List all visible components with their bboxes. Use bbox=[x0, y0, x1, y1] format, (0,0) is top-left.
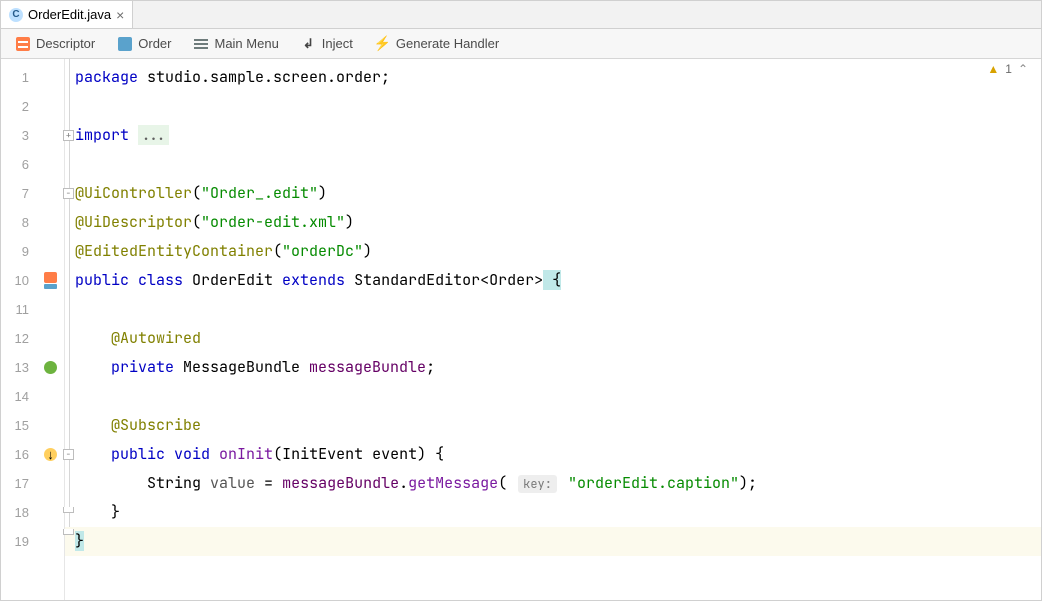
order-label: Order bbox=[138, 36, 171, 51]
inject-label: Inject bbox=[322, 36, 353, 51]
related-xml-gutter-icon[interactable] bbox=[37, 266, 64, 295]
line-number: 17 bbox=[1, 469, 37, 498]
line-number: 10 bbox=[1, 266, 37, 295]
code-line[interactable]: } bbox=[65, 498, 1041, 527]
code-line[interactable]: @UiDescriptor("order-edit.xml") bbox=[65, 208, 1041, 237]
code-line[interactable] bbox=[65, 150, 1041, 179]
main-menu-label: Main Menu bbox=[214, 36, 278, 51]
descriptor-label: Descriptor bbox=[36, 36, 95, 51]
line-number: 11 bbox=[1, 295, 37, 324]
fold-collapse-icon[interactable]: − bbox=[63, 188, 74, 199]
fold-expand-icon[interactable]: + bbox=[63, 130, 74, 141]
inject-button[interactable]: ↲ Inject bbox=[301, 36, 353, 51]
folded-region[interactable]: ... bbox=[138, 125, 169, 145]
fold-end-icon[interactable] bbox=[63, 507, 74, 513]
code-line[interactable]: − public void onInit(InitEvent event) { bbox=[65, 440, 1041, 469]
code-line[interactable]: public class OrderEdit extends StandardE… bbox=[65, 266, 1041, 295]
code-editor[interactable]: 1 2 3 6 7 8 9 10 11 12 13 14 15 16 17 18… bbox=[1, 59, 1041, 600]
java-class-icon: C bbox=[9, 8, 23, 22]
code-line[interactable]: private MessageBundle messageBundle; bbox=[65, 353, 1041, 382]
file-tab[interactable]: C OrderEdit.java × bbox=[1, 1, 133, 28]
line-number-gutter: 1 2 3 6 7 8 9 10 11 12 13 14 15 16 17 18… bbox=[1, 59, 37, 600]
line-number: 19 bbox=[1, 527, 37, 556]
descriptor-icon bbox=[15, 36, 30, 51]
code-area[interactable]: package studio.sample.screen.order; +imp… bbox=[65, 59, 1041, 600]
order-button[interactable]: Order bbox=[117, 36, 171, 51]
line-number: 14 bbox=[1, 382, 37, 411]
code-line[interactable]: −@UiController("Order_.edit") bbox=[65, 179, 1041, 208]
main-menu-button[interactable]: Main Menu bbox=[193, 36, 278, 51]
lightning-icon: ⚡ bbox=[375, 36, 390, 51]
line-number: 8 bbox=[1, 208, 37, 237]
line-number: 9 bbox=[1, 237, 37, 266]
line-number: 13 bbox=[1, 353, 37, 382]
implements-gutter-icon[interactable]: ↓ bbox=[37, 440, 64, 469]
line-number: 15 bbox=[1, 411, 37, 440]
code-line[interactable]: String value = messageBundle.getMessage(… bbox=[65, 469, 1041, 498]
generate-handler-button[interactable]: ⚡ Generate Handler bbox=[375, 36, 499, 51]
line-number: 7 bbox=[1, 179, 37, 208]
code-line[interactable] bbox=[65, 295, 1041, 324]
line-number: 3 bbox=[1, 121, 37, 150]
order-icon bbox=[117, 36, 132, 51]
line-number: 1 bbox=[1, 63, 37, 92]
editor-toolbar: Descriptor Order Main Menu ↲ Inject ⚡ Ge… bbox=[1, 29, 1041, 59]
inject-icon: ↲ bbox=[301, 36, 316, 51]
code-line[interactable] bbox=[65, 382, 1041, 411]
code-line[interactable]: @Subscribe bbox=[65, 411, 1041, 440]
gutter-icon-strip: ↓ bbox=[37, 59, 65, 600]
line-number: 12 bbox=[1, 324, 37, 353]
fold-collapse-icon[interactable]: − bbox=[63, 449, 74, 460]
code-line[interactable]: package studio.sample.screen.order; bbox=[65, 63, 1041, 92]
line-number: 6 bbox=[1, 150, 37, 179]
code-line[interactable]: @Autowired bbox=[65, 324, 1041, 353]
line-number: 18 bbox=[1, 498, 37, 527]
code-line[interactable] bbox=[65, 92, 1041, 121]
spring-bean-gutter-icon[interactable] bbox=[37, 353, 64, 382]
fold-end-icon[interactable] bbox=[63, 529, 74, 535]
line-number: 16 bbox=[1, 440, 37, 469]
parameter-hint: key: bbox=[518, 475, 557, 493]
menu-icon bbox=[193, 36, 208, 51]
tab-label: OrderEdit.java bbox=[28, 7, 111, 22]
code-line[interactable]: @EditedEntityContainer("orderDc") bbox=[65, 237, 1041, 266]
editor-tab-bar: C OrderEdit.java × bbox=[1, 1, 1041, 29]
code-line[interactable]: +import ... bbox=[65, 121, 1041, 150]
close-icon[interactable]: × bbox=[116, 8, 124, 22]
generate-label: Generate Handler bbox=[396, 36, 499, 51]
descriptor-button[interactable]: Descriptor bbox=[15, 36, 95, 51]
code-line-current[interactable]: } bbox=[65, 527, 1041, 556]
line-number: 2 bbox=[1, 92, 37, 121]
